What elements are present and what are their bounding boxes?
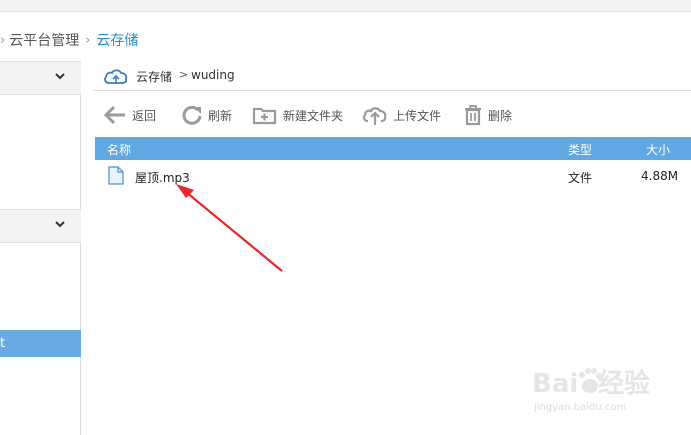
baidu-jingyan-watermark: Bai 经验 jingyan.baidu.com <box>528 362 688 418</box>
chevron-down-icon <box>55 73 65 80</box>
path-root-link[interactable]: 云存储 <box>136 68 172 85</box>
refresh-button-label: 刷新 <box>208 108 233 123</box>
back-button-label: 返回 <box>132 108 157 123</box>
table-header: 名称 类型 大小 <box>95 137 691 160</box>
watermark-url: jingyan.baidu.com <box>534 402 627 413</box>
breadcrumb-item-cloud-storage[interactable]: 云存储 <box>96 30 138 50</box>
breadcrumb: › 云平台管理 › 云存储 <box>0 28 138 52</box>
toolbar: 返回 刷新 新建文件夹 上传文件 删除 <box>93 99 691 131</box>
delete-button[interactable]: 删除 <box>463 99 512 131</box>
file-size: 4.88M <box>641 169 679 183</box>
upload-cloud-icon <box>362 107 387 125</box>
new-folder-icon <box>252 107 277 125</box>
back-button[interactable]: 返回 <box>103 99 156 131</box>
refresh-button[interactable]: 刷新 <box>181 99 232 131</box>
svg-text:经验: 经验 <box>598 368 650 399</box>
cloud-storage-icon <box>104 69 128 84</box>
refresh-icon <box>182 105 202 125</box>
chevron-down-icon <box>55 221 65 228</box>
svg-text:Bai: Bai <box>532 369 578 399</box>
path-current-folder: wuding <box>191 68 235 82</box>
file-icon <box>108 166 124 185</box>
new-folder-button[interactable]: 新建文件夹 <box>252 99 343 131</box>
column-header-type[interactable]: 类型 <box>568 141 592 158</box>
trash-icon <box>465 105 481 126</box>
upload-file-button-label: 上传文件 <box>393 108 442 123</box>
table-row[interactable]: 屋顶.mp3 文件 4.88M <box>95 164 691 188</box>
baidu-jingyan-logo: Bai 经验 <box>532 368 650 399</box>
sidebar-item-label: t <box>0 336 6 351</box>
column-header-size[interactable]: 大小 <box>646 141 670 158</box>
breadcrumb-leading-chevron-icon: › <box>0 32 6 48</box>
path-bar: 云存储 > wuding <box>93 61 691 91</box>
new-folder-button-label: 新建文件夹 <box>283 108 344 123</box>
file-name[interactable]: 屋顶.mp3 <box>135 169 190 186</box>
sidebar-group-1-header[interactable] <box>0 61 81 95</box>
top-bar <box>0 0 691 12</box>
sidebar-group-2-header[interactable] <box>0 209 81 243</box>
column-header-name[interactable]: 名称 <box>107 141 131 158</box>
delete-button-label: 删除 <box>488 108 513 123</box>
path-separator: > <box>179 68 189 81</box>
breadcrumb-separator-icon: › <box>85 32 91 48</box>
breadcrumb-item-cloud-platform[interactable]: 云平台管理 <box>9 30 79 50</box>
sidebar: t <box>0 61 81 435</box>
upload-file-button[interactable]: 上传文件 <box>362 99 441 131</box>
file-type: 文件 <box>568 171 593 185</box>
back-arrow-icon <box>103 105 125 125</box>
sidebar-item-selected[interactable]: t <box>0 330 81 357</box>
